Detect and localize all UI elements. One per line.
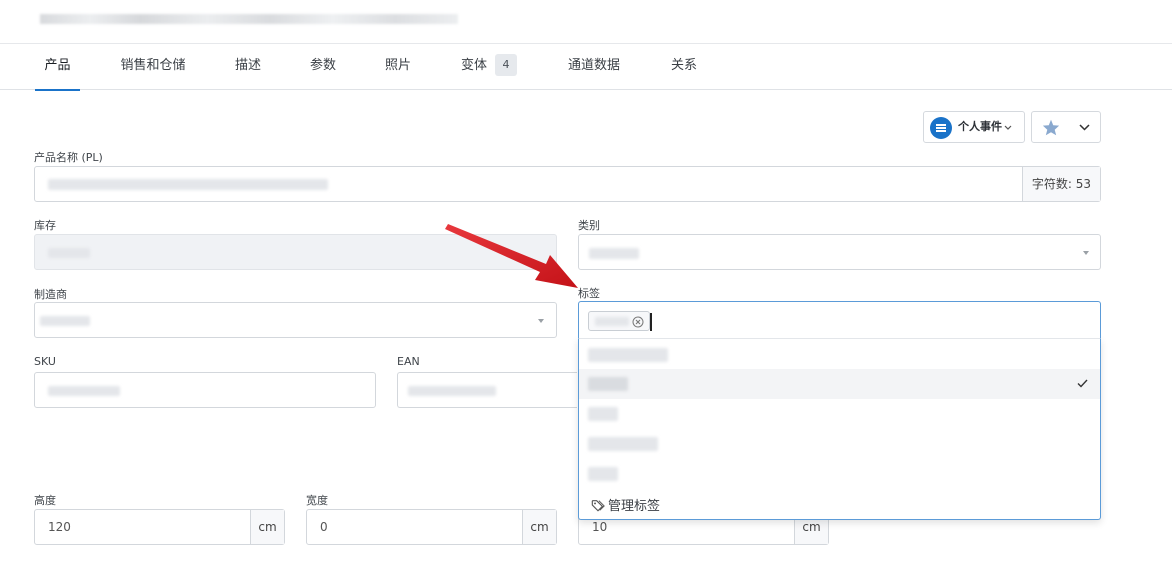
- manufacturer-select[interactable]: [34, 302, 557, 338]
- width-label: 宽度: [306, 494, 328, 507]
- stock-label: 库存: [34, 219, 56, 232]
- height-unit: cm: [250, 510, 284, 544]
- tag-icon: [591, 500, 605, 512]
- product-name-label: 产品名称 (PL): [34, 151, 103, 164]
- tab-parameters[interactable]: 参数: [303, 44, 343, 90]
- tag-option-selected[interactable]: [579, 369, 1100, 399]
- chevron-down-icon: [1079, 124, 1090, 131]
- sku-input[interactable]: [34, 372, 376, 408]
- text-cursor: [650, 313, 652, 331]
- sku-label: SKU: [34, 355, 56, 368]
- page-title: [40, 14, 458, 24]
- remove-tag-icon[interactable]: [632, 316, 644, 328]
- tab-relations[interactable]: 关系: [664, 44, 704, 90]
- manage-tags-link[interactable]: 管理标签: [591, 495, 660, 514]
- page-header: [0, 0, 1172, 44]
- manufacturer-label: 制造商: [34, 288, 67, 301]
- personal-events-button[interactable]: 个人事件: [923, 111, 1025, 143]
- height-label: 高度: [34, 494, 56, 507]
- chevron-down-icon: [1004, 125, 1012, 130]
- tab-sales-warehouse[interactable]: 销售和仓储: [114, 44, 192, 90]
- ean-label: EAN: [397, 355, 420, 368]
- tag-option[interactable]: [579, 399, 1100, 429]
- char-count: 字符数: 53: [1022, 167, 1100, 201]
- tab-photos[interactable]: 照片: [378, 44, 418, 90]
- tab-channel-data[interactable]: 通道数据: [563, 44, 625, 90]
- height-input[interactable]: 120 cm: [34, 509, 285, 545]
- tab-variants[interactable]: 变体 4: [454, 44, 524, 90]
- ean-input[interactable]: [397, 372, 577, 408]
- caret-down-icon: [1083, 251, 1089, 255]
- tag-option[interactable]: [579, 340, 1100, 370]
- product-name-value: [48, 179, 328, 190]
- product-name-input[interactable]: 字符数: 53: [34, 166, 1101, 202]
- tab-description[interactable]: 描述: [228, 44, 268, 90]
- annotation-arrow-icon: [445, 224, 578, 288]
- tags-dropdown: 管理标签: [578, 338, 1101, 520]
- favorite-button[interactable]: [1031, 111, 1101, 143]
- category-select[interactable]: [578, 234, 1101, 270]
- tag-chip: [588, 311, 650, 331]
- star-icon: [1042, 119, 1060, 136]
- width-unit: cm: [522, 510, 556, 544]
- list-icon: [930, 117, 952, 139]
- tab-product[interactable]: 产品: [35, 44, 80, 91]
- tag-option[interactable]: [579, 429, 1100, 459]
- tag-option[interactable]: [579, 459, 1100, 489]
- tab-bar: 产品 销售和仓储 描述 参数 照片 变体 4 通道数据 关系: [0, 44, 1172, 91]
- caret-down-icon: [538, 319, 544, 323]
- variants-count-badge: 4: [495, 53, 517, 76]
- width-input[interactable]: 0 cm: [306, 509, 557, 545]
- check-icon: [1077, 379, 1088, 388]
- tags-input[interactable]: [578, 301, 1101, 339]
